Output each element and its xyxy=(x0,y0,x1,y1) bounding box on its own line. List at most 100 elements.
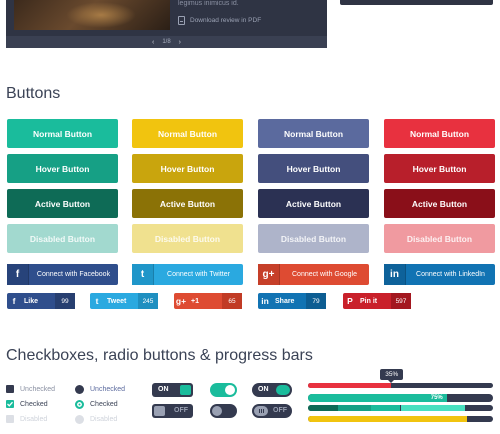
checkbox-label: Unchecked xyxy=(20,385,56,393)
red-active-button[interactable]: Active Button xyxy=(384,189,495,218)
radio-label: Disabled xyxy=(90,416,118,423)
tweet-share-button[interactable]: t Tweet 245 xyxy=(90,293,158,309)
share-count: 99 xyxy=(55,293,75,309)
chevron-left-icon[interactable]: ‹ xyxy=(152,39,154,46)
buttons-heading: Buttons xyxy=(6,85,61,102)
connect-linkedin-button[interactable]: in Connect with LinkedIn xyxy=(384,264,495,285)
google-icon: g+ xyxy=(258,264,280,285)
pdf-icon xyxy=(178,16,185,25)
round-toggle-off[interactable] xyxy=(210,404,237,418)
indigo-disabled-button: Disabled Button xyxy=(258,224,369,253)
share-share-button[interactable]: in Share 79 xyxy=(258,293,326,309)
progress-segment xyxy=(370,405,401,411)
progress-segment xyxy=(337,405,371,411)
connect-facebook-button[interactable]: f Connect with Facebook xyxy=(7,264,118,285)
share-count: 245 xyxy=(138,293,158,309)
red-normal-button[interactable]: Normal Button xyxy=(384,119,495,148)
gallery-pager: ‹ 1/8 › xyxy=(6,36,327,48)
checkbox-box xyxy=(6,415,14,423)
page-indicator: 1/8 xyxy=(162,39,171,45)
pinit-icon: P xyxy=(347,296,353,306)
facebook-icon: f xyxy=(7,264,29,285)
progress-fill xyxy=(308,383,392,388)
toggle-knob xyxy=(180,385,191,395)
labeled-toggle-on[interactable]: ON xyxy=(252,383,292,397)
share-label: Tweet xyxy=(107,297,127,305)
checkbox-checked[interactable]: Checked xyxy=(6,400,48,408)
teal-hover-button[interactable]: Hover Button xyxy=(7,154,118,183)
progress-bar-1 xyxy=(308,383,493,388)
plusone-share-button[interactable]: g+ +1 65 xyxy=(174,293,242,309)
tweet-icon: t xyxy=(95,296,99,306)
toggle-off-label: OFF xyxy=(174,407,188,414)
share-label: Like xyxy=(24,297,39,305)
checkbox-disabled: Disabled xyxy=(6,415,47,423)
progress-bar-2: 75% xyxy=(308,394,493,402)
yellow-active-button[interactable]: Active Button xyxy=(132,189,243,218)
toggle-off[interactable]: OFF xyxy=(152,404,193,418)
share-label: Share xyxy=(275,297,295,305)
progress-label: 75% xyxy=(430,395,443,401)
toggle-knob xyxy=(212,406,222,416)
radio-circle xyxy=(75,385,84,394)
indigo-hover-button[interactable]: Hover Button xyxy=(258,154,369,183)
side-panel-edge xyxy=(340,0,493,5)
progress-segment xyxy=(400,405,466,411)
round-toggle-on[interactable] xyxy=(210,383,237,397)
toggle-on[interactable]: ON xyxy=(152,383,193,397)
connect-google-button[interactable]: g+ Connect with Google xyxy=(258,264,369,285)
radio-circle xyxy=(75,400,84,409)
yellow-hover-button[interactable]: Hover Button xyxy=(132,154,243,183)
radio-label: Checked xyxy=(90,401,118,408)
connect-label: Connect with Facebook xyxy=(36,271,111,278)
progress-tooltip: 35% xyxy=(380,369,404,380)
indigo-active-button[interactable]: Active Button xyxy=(258,189,369,218)
progress-bar-4 xyxy=(308,416,493,422)
red-disabled-button: Disabled Button xyxy=(384,224,495,253)
checkboxes-heading: Checkboxes, radio buttons & progress bar… xyxy=(6,347,313,364)
connect-label: Connect with Google xyxy=(292,271,357,278)
toggle-knob xyxy=(154,406,165,416)
chevron-right-icon[interactable]: › xyxy=(179,39,181,46)
checkbox-unchecked[interactable]: Unchecked xyxy=(6,385,55,393)
teal-active-button[interactable]: Active Button xyxy=(7,189,118,218)
checkbox-label: Disabled xyxy=(20,415,48,423)
yellow-normal-button[interactable]: Normal Button xyxy=(132,119,243,148)
radio-disabled: Disabled xyxy=(75,415,117,424)
share-label: Pin it xyxy=(360,297,378,305)
checkbox-box xyxy=(6,385,14,393)
plusone-icon: g+ xyxy=(175,296,187,306)
connect-label: Connect with LinkedIn xyxy=(416,271,485,278)
gallery-panel: legimus inimicus id. Download review in … xyxy=(6,0,327,48)
share-count: 597 xyxy=(391,293,411,309)
connect-twitter-button[interactable]: t Connect with Twitter xyxy=(132,264,243,285)
toggle-on-label: ON xyxy=(158,386,169,393)
pinit-share-button[interactable]: P Pin it 597 xyxy=(343,293,411,309)
share-count: 79 xyxy=(306,293,326,309)
yellow-disabled-button: Disabled Button xyxy=(132,224,243,253)
radio-unchecked[interactable]: Unchecked xyxy=(75,385,125,394)
toggle-off-label: OFF xyxy=(273,407,287,414)
progress-segment xyxy=(308,405,338,411)
linkedin-icon: in xyxy=(384,264,406,285)
radio-checked[interactable]: Checked xyxy=(75,400,118,409)
twitter-icon: t xyxy=(132,264,154,285)
share-count: 65 xyxy=(222,293,242,309)
progress-fill xyxy=(308,416,468,422)
teal-normal-button[interactable]: Normal Button xyxy=(7,119,118,148)
checkmark-icon xyxy=(6,400,14,408)
gallery-image[interactable] xyxy=(14,0,170,30)
share-label: +1 xyxy=(191,297,199,305)
download-label: Download review in PDF xyxy=(190,17,262,24)
like-share-button[interactable]: f Like 99 xyxy=(7,293,75,309)
download-pdf-link[interactable]: Download review in PDF xyxy=(178,16,261,25)
toggle-knob xyxy=(225,385,235,395)
connect-label: Connect with Twitter xyxy=(167,271,230,278)
radio-label: Unchecked xyxy=(90,386,126,393)
indigo-normal-button[interactable]: Normal Button xyxy=(258,119,369,148)
labeled-toggle-off[interactable]: OFF xyxy=(252,404,292,418)
toggle-on-label: ON xyxy=(258,386,269,393)
red-hover-button[interactable]: Hover Button xyxy=(384,154,495,183)
grip-icon xyxy=(254,406,268,416)
like-icon: f xyxy=(12,296,16,306)
